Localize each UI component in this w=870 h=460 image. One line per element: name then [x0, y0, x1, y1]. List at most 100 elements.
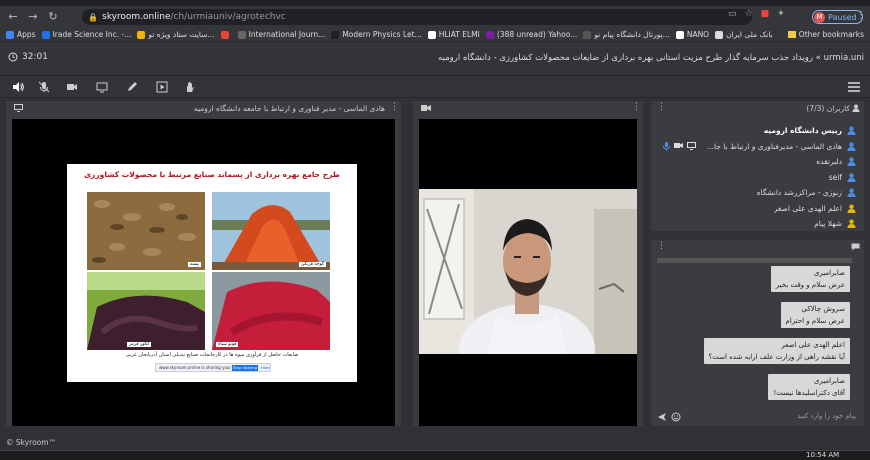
monitor-icon	[687, 141, 696, 150]
user-name: زنوزی - مراکزرشد دانشگاه	[756, 188, 842, 198]
bookmark-favicon-icon	[675, 30, 684, 39]
shared-screen: طرح جامع بهره برداری از پسماند صنایع مرت…	[12, 119, 395, 426]
slide-caption: ضایعات حاصل از فرآوری میوه ها در کارخانج…	[125, 352, 299, 358]
folder-icon	[787, 31, 796, 38]
chat-text: عرض سلام و وقت بخیر	[775, 281, 845, 289]
send-icon[interactable]	[657, 412, 667, 422]
panel-options-icon[interactable]: ⋮	[657, 241, 666, 251]
chat-text: آیا نقشه راهی از وزارت علف ارایه شده است…	[708, 353, 845, 361]
bookmark-item[interactable]: پورتال دانشگاه پیام نو...	[583, 30, 670, 39]
user-name: رییس دانشگاه ارومیه	[763, 126, 842, 136]
browser-menu-icon[interactable]: ⋮	[856, 10, 866, 21]
bookmark-item[interactable]: بانک ملی ایران	[715, 30, 773, 39]
page-footer: © Skyroom™	[0, 436, 870, 450]
other-bookmarks-label: Other bookmarks	[798, 30, 864, 39]
address-bar[interactable]: 🔒 skyroom.online/ch/urmiauniv/agrotechvc	[82, 9, 752, 25]
back-icon[interactable]: ←	[6, 10, 20, 24]
bookmark-item[interactable]: NANO	[675, 30, 709, 39]
hide-notice-button[interactable]: Hide	[261, 365, 270, 370]
puzzle-icon[interactable]: ✦	[777, 9, 785, 19]
room-title: urmia.uni » رویداد جذب سرمایه گذار طرح م…	[438, 53, 864, 63]
chat-message: اعلم الهدی علی اصغر آیا نقشه راهی از وزار…	[703, 338, 850, 364]
menu-icon[interactable]	[848, 82, 860, 92]
photo-caption: انگور قرمز	[127, 342, 152, 347]
bookmark-label: Apps	[17, 30, 36, 39]
user-item[interactable]: شهلا پیام	[651, 216, 864, 232]
camera-icon	[674, 142, 683, 148]
bookmark-label: پورتال دانشگاه پیام نو...	[594, 30, 670, 39]
url-host: skyroom.online	[102, 12, 171, 22]
taskbar-clock: 10:54 AM	[806, 451, 840, 459]
chat-sender: اعلم الهدی علی اصغر	[781, 341, 845, 349]
bookmark-label: HLIAT ELMI	[438, 30, 480, 39]
users-list: رییس دانشگاه ارومیه هادی الماسی - مدیرفنا…	[651, 123, 864, 232]
bookmark-label: Modern Physics Let...	[342, 30, 422, 39]
forward-icon[interactable]: →	[26, 10, 40, 24]
user-item[interactable]: دلبرتقده	[651, 154, 864, 170]
bookmark-favicon-icon	[220, 30, 229, 39]
chat-icon	[851, 243, 860, 251]
camera-icon[interactable]	[66, 81, 78, 93]
user-item[interactable]: اعلم الهدی علی اصغر	[651, 201, 864, 217]
session-timer: 32:01	[8, 52, 48, 62]
user-name: هادی الماسی - مدیرفناوری و ارتباط با جا.…	[706, 141, 842, 151]
reload-icon[interactable]: ↻	[46, 10, 60, 24]
photo-caption: فوتو سیاه	[216, 342, 239, 347]
screen-share-notice: www.skyroom.online is sharing your scree…	[155, 363, 271, 372]
pen-icon[interactable]	[126, 81, 138, 93]
emoji-icon[interactable]	[671, 412, 681, 422]
bookmark-item[interactable]: International Journ...	[237, 30, 326, 39]
video-panel-header: ⋮	[413, 101, 643, 115]
user-name: شهلا پیام	[814, 219, 842, 229]
slide-photo: انگور قرمز	[87, 272, 205, 350]
chat-input[interactable]: پیام خود را وارد کنید	[655, 410, 860, 424]
panel-options-icon[interactable]: ⋮	[657, 102, 666, 112]
bookmarks-bar: Apps Irade Science Inc. -... سایت ستاد ویژ…	[0, 28, 870, 42]
screen-share-icon[interactable]	[96, 81, 108, 93]
bookmark-item[interactable]: Modern Physics Let...	[331, 30, 422, 39]
lock-icon: 🔒	[88, 12, 98, 22]
media-play-icon[interactable]	[156, 81, 168, 93]
stop-sharing-button[interactable]: Stop sharing	[232, 365, 258, 371]
bookmark-favicon-icon	[331, 30, 340, 39]
bookmark-item[interactable]: HLIAT ELMI	[427, 30, 480, 39]
browser-toolbar: ← → ↻ 🔒 skyroom.online/ch/urmiauniv/agro…	[0, 6, 870, 28]
bookmark-item[interactable]: سایت ستاد ویژه تو...	[137, 30, 215, 39]
bookmark-item[interactable]: Irade Science Inc. -...	[41, 30, 131, 39]
os-taskbar: 10:54 AM	[0, 450, 870, 460]
panel-options-icon[interactable]: ⋮	[632, 102, 641, 112]
bookmark-favicon-icon	[485, 30, 494, 39]
star-icon[interactable]: ☆	[745, 9, 753, 19]
user-item[interactable]: رییس دانشگاه ارومیه	[651, 123, 864, 139]
bookmark-item[interactable]	[220, 30, 232, 39]
users-panel-title: کاربران (7/3)	[806, 103, 850, 113]
cast-icon[interactable]: ▭	[728, 9, 737, 19]
bookmark-item[interactable]: Apps	[6, 30, 36, 39]
raise-hand-icon[interactable]	[184, 81, 196, 93]
extension-icon[interactable]: ■	[761, 9, 770, 19]
bookmark-favicon-icon	[137, 30, 146, 39]
bookmark-item[interactable]: (388 unread) Yahoo...	[485, 30, 577, 39]
user-icon	[847, 219, 856, 229]
chat-sender: سروش چالاکی	[801, 305, 846, 313]
mic-muted-icon[interactable]	[38, 81, 50, 93]
pistachio-shells-image	[87, 192, 205, 270]
user-item[interactable]: هادی الماسی - مدیرفناوری و ارتباط با جا.…	[651, 139, 864, 155]
user-item[interactable]: seif	[651, 170, 864, 186]
user-name: اعلم الهدی علی اصغر	[773, 203, 842, 213]
video-feed	[419, 119, 637, 426]
chat-text: آقای دکتراسلیدها نیست!	[773, 389, 845, 397]
video-panel: ⋮	[413, 101, 643, 426]
speaker-icon[interactable]	[12, 81, 24, 93]
panel-options-icon[interactable]: ⋮	[390, 102, 399, 112]
other-bookmarks[interactable]: Other bookmarks	[787, 30, 864, 39]
user-icon	[847, 126, 856, 136]
presenter-name: هادی الماسی - مدیر فناوری و ارتباط با جا…	[194, 103, 385, 113]
video-camera-icon	[421, 105, 431, 111]
bookmark-favicon-icon	[715, 30, 724, 39]
slide-photo: پسته	[87, 192, 205, 270]
bookmark-label: International Journ...	[248, 30, 326, 39]
speaker-video	[419, 189, 637, 354]
user-item[interactable]: زنوزی - مراکزرشد دانشگاه	[651, 185, 864, 201]
user-media-indicators	[663, 141, 696, 151]
